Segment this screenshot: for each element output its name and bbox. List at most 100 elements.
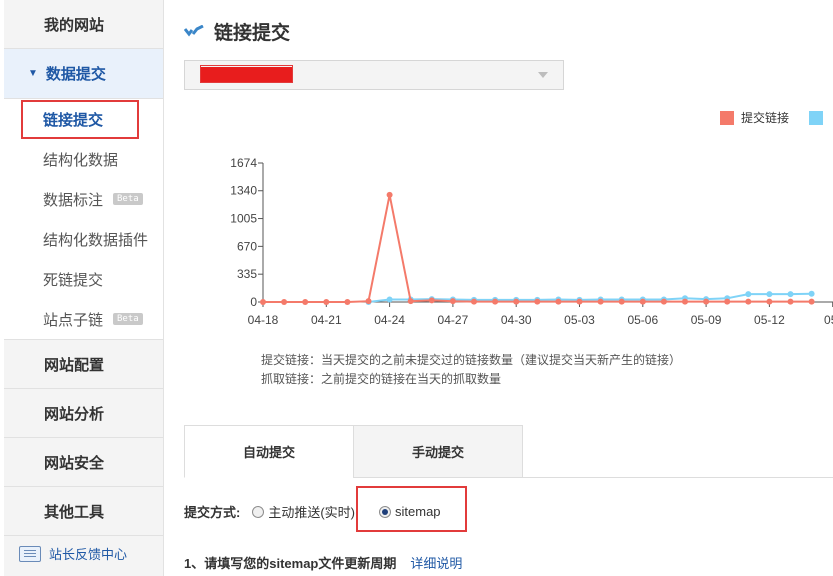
x-tick-label: 05-12	[754, 313, 785, 327]
y-tick-label: 1005	[230, 212, 257, 226]
line-chart: 1674 1340 1005 670 335 0 04-18 04-21 04-24 04-27 0…	[230, 156, 833, 327]
legend-label-submit: 提交链接	[741, 111, 790, 125]
sidebar-item-label: 死链提交	[43, 271, 104, 289]
data-point	[386, 296, 393, 303]
x-tick-label: 04-21	[311, 313, 342, 327]
legend-swatch-crawl	[809, 110, 824, 125]
data-point	[787, 291, 794, 298]
data-point	[471, 298, 477, 305]
data-point	[344, 299, 351, 305]
data-point	[302, 299, 309, 305]
data-point	[281, 299, 288, 305]
x-tick-label: 04-24	[374, 313, 405, 327]
radio-push[interactable]	[252, 505, 265, 518]
chart-note-submit: 提交链接：当天提交的之前未提交过的链接数量（建议提交当天新产生的链接）	[261, 353, 682, 367]
sidebar-group-label: 网站配置	[44, 356, 105, 374]
data-point	[766, 291, 773, 298]
detail-link[interactable]: 详细说明	[410, 553, 462, 572]
data-point	[660, 298, 667, 305]
data-point	[534, 298, 541, 305]
sidebar-item-label: 结构化数据	[43, 151, 119, 169]
data-point	[745, 291, 752, 298]
y-tick-label: 1340	[230, 184, 257, 198]
data-point	[618, 298, 625, 305]
data-point	[787, 298, 794, 305]
tab-manual-submit[interactable]: 手动提交	[353, 425, 523, 478]
data-point	[808, 298, 815, 305]
sidebar-group-site-analysis[interactable]: 网站分析	[4, 389, 163, 438]
data-point	[724, 298, 731, 305]
sidebar-group-label: 其他工具	[44, 503, 105, 521]
data-point	[597, 298, 604, 305]
series-line-submit	[263, 194, 812, 303]
sidebar-item-dead-link[interactable]: 死链提交	[4, 259, 163, 299]
feedback-icon	[19, 545, 41, 562]
beta-badge: Beta	[113, 313, 143, 325]
page-title: 链接提交	[214, 23, 291, 44]
data-point	[365, 298, 372, 305]
chart-note-crawl: 抓取链接：之前提交的链接在当天的抓取数量	[261, 372, 502, 386]
tab-auto-submit[interactable]: 自动提交	[184, 425, 354, 478]
radio-label-push: 主动推送(实时)	[268, 505, 356, 520]
data-point	[428, 297, 435, 304]
sidebar-group-site-config[interactable]: 网站配置	[4, 340, 163, 389]
feedback-label: 站长反馈中心	[49, 547, 128, 562]
data-point	[766, 298, 773, 305]
feedback-center-link[interactable]: 站长反馈中心	[19, 544, 127, 563]
highlight-box-sitemap	[356, 486, 467, 532]
sidebar-group-label: 数据提交	[45, 66, 106, 83]
data-point	[492, 298, 499, 305]
highlight-box-link-submit	[21, 100, 139, 139]
data-point	[407, 298, 414, 305]
data-point	[808, 290, 815, 297]
sidebar-item-label: 站点子链	[43, 311, 104, 329]
sidebar-item-structured-data[interactable]: 结构化数据	[4, 139, 163, 179]
submit-tabs: 自动提交 手动提交	[184, 425, 833, 478]
highlight-box-site	[200, 65, 293, 83]
checkmark-logo-icon	[184, 24, 204, 36]
x-tick-label: 04-18	[248, 313, 279, 327]
sidebar-item-sitelinks[interactable]: 站点子链 Beta	[4, 299, 163, 339]
data-point	[513, 298, 520, 305]
data-point	[386, 191, 393, 198]
sidebar-item-data-annotation[interactable]: 数据标注 Beta	[4, 179, 163, 219]
sidebar-group-other-tools[interactable]: 其他工具	[4, 487, 163, 536]
y-tick-label: 1674	[230, 156, 257, 170]
x-tick-label: 05-09	[691, 313, 722, 327]
data-point	[745, 298, 752, 305]
beta-badge: Beta	[113, 193, 143, 205]
main-content: 链接提交 提交链接 1674 1340 1005 670 335 0 04-18 04-21 0…	[164, 0, 833, 576]
step-1-text: 1、请填写您的sitemap文件更新周期	[184, 556, 397, 571]
data-point	[576, 298, 583, 305]
data-point	[555, 298, 562, 305]
sidebar-group-label: 网站安全	[44, 454, 105, 472]
sidebar-group-data-submit[interactable]: ▼ 数据提交	[4, 49, 163, 99]
sidebar-item-label: 数据标注	[43, 191, 104, 209]
data-point	[639, 298, 646, 305]
y-tick-label: 335	[237, 267, 257, 281]
submit-method-label: 提交方式:	[184, 505, 241, 520]
sidebar-item-label: 结构化数据插件	[43, 231, 149, 249]
sidebar-group-site-security[interactable]: 网站安全	[4, 438, 163, 487]
x-tick-label: 04-30	[501, 313, 532, 327]
data-point	[682, 298, 688, 305]
caret-down-icon: ▼	[28, 68, 38, 79]
y-tick-label: 670	[237, 239, 257, 253]
x-tick-label: 04-27	[438, 313, 469, 327]
data-point	[260, 299, 266, 305]
sidebar: 我的网站 ▼ 数据提交 链接提交 结构化数据 数据标注 Beta 结构化数据插件…	[4, 0, 164, 576]
chevron-down-icon	[538, 72, 548, 78]
radio-option-push[interactable]: 主动推送(实时)	[252, 502, 355, 521]
y-tick-label: 0	[250, 295, 257, 309]
sidebar-item-structured-plugin[interactable]: 结构化数据插件	[4, 219, 163, 259]
x-tick-label: 05-06	[627, 313, 658, 327]
sidebar-group-my-site[interactable]: 我的网站	[4, 0, 163, 49]
x-tick-label: 05-	[824, 313, 833, 327]
data-point	[323, 299, 330, 305]
data-point	[449, 298, 456, 305]
sidebar-group-label: 我的网站	[44, 16, 105, 34]
step-1-row: 1、请填写您的sitemap文件更新周期 详细说明	[184, 553, 462, 572]
data-point	[703, 298, 710, 305]
title-row: 链接提交	[184, 18, 290, 45]
chart-legend: 提交链接	[720, 109, 830, 126]
